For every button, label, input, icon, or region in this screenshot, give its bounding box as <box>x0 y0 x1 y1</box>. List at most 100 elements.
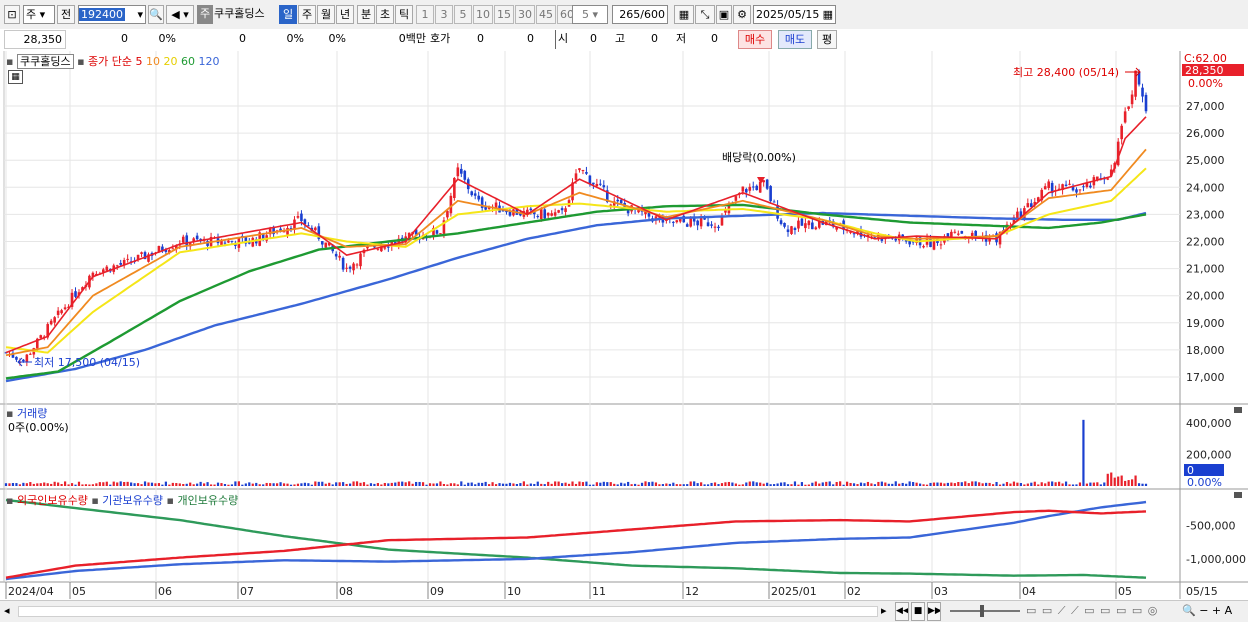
legend-indiv[interactable]: 개인보유수량 <box>177 494 238 507</box>
interval-15[interactable]: 15 <box>494 5 514 24</box>
volume-bar <box>1078 482 1082 486</box>
holdings-tick-label: -500,000 <box>1186 519 1235 532</box>
volume-bar <box>564 482 567 486</box>
stock-code-input[interactable]: 192400 ▾ <box>78 5 146 24</box>
period-select[interactable]: 주 ▾ <box>23 5 55 24</box>
sound-icon[interactable]: ◀ ▾ <box>166 5 194 24</box>
volume-bar <box>46 483 49 486</box>
dividend-annotation: 배당락(0.00%) <box>722 151 796 164</box>
hoga-value-2: 0 <box>527 32 534 45</box>
data-table-icon[interactable]: ▦ <box>8 70 23 84</box>
chevron-down-icon[interactable]: ▾ <box>137 6 143 23</box>
candle-body <box>1089 185 1092 188</box>
zoom-slider[interactable] <box>950 610 1020 612</box>
holdings-pane-close-icon[interactable] <box>1234 492 1242 498</box>
period-tab-tick[interactable]: 틱 <box>395 5 413 24</box>
volume-pane-close-icon[interactable] <box>1234 407 1242 413</box>
save-icon[interactable]: ▣ <box>716 5 732 24</box>
prev-button[interactable]: 전 <box>57 5 75 24</box>
volume-bar <box>279 482 282 486</box>
gear-icon[interactable]: ⚙ <box>733 5 751 24</box>
volume-bar <box>706 484 710 486</box>
candle-body <box>334 253 338 257</box>
buy-button[interactable]: 매수 <box>738 30 772 49</box>
calendar-icon[interactable]: ▦ <box>823 6 833 23</box>
volume-bar <box>998 484 1002 486</box>
volume-bar <box>348 483 352 486</box>
volume-bar <box>932 482 936 486</box>
layout-icon[interactable]: ⊡ <box>4 5 20 24</box>
scroll-left-icon[interactable]: ◂ <box>4 602 16 621</box>
current-price: 28,350 <box>4 30 66 49</box>
period-tab-year[interactable]: 년 <box>336 5 354 24</box>
candle-body <box>786 229 790 233</box>
candle-body <box>439 233 442 235</box>
candle-body <box>1075 189 1078 193</box>
interval-10[interactable]: 10 <box>473 5 493 24</box>
volume-bar <box>161 484 164 486</box>
legend-ma-prefix: 종가 단순 <box>88 55 133 68</box>
volume-bar <box>352 481 355 486</box>
period-select-label: 주 <box>26 8 37 21</box>
period-tab-day[interactable]: 일 <box>279 5 297 24</box>
volume-bar <box>1033 481 1036 486</box>
volume-bar <box>950 482 953 486</box>
legend-foreign[interactable]: 외국인보유수량 <box>17 494 88 507</box>
stop-icon[interactable]: ■ <box>911 602 925 621</box>
date-input[interactable]: 2025/05/15 ▦ <box>753 5 836 24</box>
open-value: 0 <box>590 32 597 45</box>
interval-1[interactable]: 1 <box>416 5 434 24</box>
volume-bar <box>839 481 842 486</box>
volume-bar <box>380 484 383 486</box>
count-input[interactable]: 265/600 <box>612 5 668 24</box>
candle-body <box>460 168 463 174</box>
volume-bar <box>908 481 911 486</box>
volume-bar <box>654 482 658 486</box>
candle-body <box>585 172 588 174</box>
sell-button[interactable]: 매도 <box>778 30 812 49</box>
stock-chart[interactable]: 27,000 26,000 25,000 24,000 23,000 22,000 21,0… <box>0 51 1248 621</box>
interval-3[interactable]: 3 <box>435 5 453 24</box>
volume-bar <box>922 484 925 486</box>
low-annotation: 최저 17,500 (04/15) <box>34 356 140 369</box>
drawing-tools-icon[interactable]: ▭ ▭ ⟋ ⟋ ▭ ▭ ▭ ▭ ◎ <box>1026 602 1186 621</box>
price-change: 0 <box>121 32 128 45</box>
legend-stock-name[interactable]: 쿠쿠홀딩스 <box>16 54 74 69</box>
zoom-in-icon[interactable]: ▦ <box>674 5 694 24</box>
period-tab-second[interactable]: 초 <box>376 5 394 24</box>
volume-bar <box>390 482 393 486</box>
volume-bar <box>971 481 974 486</box>
volume-bar <box>43 482 46 486</box>
legend-inst[interactable]: 기관보유수량 <box>102 494 163 507</box>
chart-tools-icon[interactable]: ⤡ <box>695 5 715 24</box>
low-value: 0 <box>711 32 718 45</box>
interval-45[interactable]: 45 <box>536 5 556 24</box>
volume-bar <box>203 483 206 486</box>
candle-body <box>286 227 289 235</box>
candle-body <box>1064 184 1068 186</box>
volume-bar <box>811 482 814 486</box>
price-tick-label: 26,000 <box>1186 127 1225 140</box>
candle-body <box>223 242 227 244</box>
play-icon[interactable]: ▶▶ <box>927 602 941 621</box>
rewind-icon[interactable]: ◀◀ <box>895 602 909 621</box>
period-tab-minute[interactable]: 분 <box>357 5 375 24</box>
period-tab-month[interactable]: 월 <box>317 5 335 24</box>
zoom-slider-handle[interactable] <box>980 605 984 617</box>
candle-body <box>105 266 109 271</box>
volume-bar <box>905 483 908 486</box>
interval-input[interactable]: 5 ▾ <box>572 5 608 24</box>
scroll-track[interactable] <box>18 606 878 617</box>
interval-30[interactable]: 30 <box>515 5 535 24</box>
volume-bar <box>533 483 536 486</box>
volume-bar <box>449 483 452 486</box>
interval-5[interactable]: 5 <box>454 5 472 24</box>
date-label: 04 <box>1022 585 1036 598</box>
candle-body <box>1120 125 1123 140</box>
period-tab-week[interactable]: 주 <box>298 5 316 24</box>
search-icon[interactable]: 🔍 <box>148 5 164 24</box>
candle-body <box>435 230 439 234</box>
scroll-right-icon[interactable]: ▸ <box>881 602 893 621</box>
zoom-controls[interactable]: 🔍 − + A <box>1182 602 1244 621</box>
average-button[interactable]: 평 <box>817 30 837 49</box>
